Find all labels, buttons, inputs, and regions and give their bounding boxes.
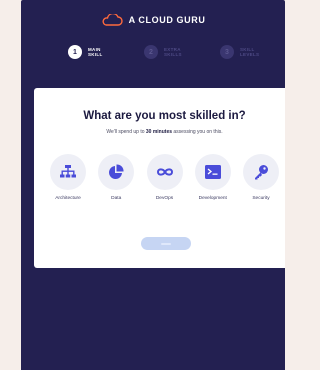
skill-option-security[interactable]: Security [242, 154, 280, 201]
step-extra-skills: 2 EXTRA SKILLS [144, 45, 220, 59]
skill-selection-card: What are you most skilled in? We'll spen… [34, 88, 285, 268]
step-label: EXTRA SKILLS [164, 46, 182, 58]
brand-name: A CLOUD GURU [128, 15, 206, 25]
card-subtitle: We'll spend up to 30 minutes assessing y… [106, 129, 223, 135]
button-placeholder [161, 242, 171, 245]
infinity-icon [146, 154, 183, 190]
skill-options: Architecture Data DevOps Development Sec… [49, 154, 280, 201]
cloud-logo-icon [102, 14, 123, 26]
card-title: What are you most skilled in? [83, 110, 246, 122]
skill-option-architecture[interactable]: Architecture [49, 154, 87, 201]
terminal-icon [194, 154, 231, 190]
next-button[interactable] [141, 237, 191, 250]
brand-header: A CLOUD GURU [21, 14, 285, 26]
step-main-skill: 1 MAIN SKILL [68, 45, 144, 59]
step-skill-levels: 3 SKILL LEVELS [220, 45, 285, 59]
skill-label: Architecture [55, 196, 81, 201]
key-icon [243, 154, 279, 190]
progress-steps: 1 MAIN SKILL 2 EXTRA SKILLS 3 SKILL LEVE… [68, 45, 285, 59]
step-number: 2 [144, 45, 158, 59]
skill-option-development[interactable]: Development [194, 154, 232, 201]
skill-label: DevOps [155, 196, 174, 201]
step-label: MAIN SKILL [88, 46, 103, 58]
hierarchy-icon [50, 154, 86, 190]
duration-highlight: 30 minutes [145, 129, 173, 135]
skill-label: Development [198, 196, 227, 201]
step-label: SKILL LEVELS [240, 46, 260, 58]
skill-option-data[interactable]: Data [97, 154, 135, 201]
app-frame: A CLOUD GURU 1 MAIN SKILL 2 EXTRA SKILLS… [21, 0, 285, 370]
step-number: 1 [68, 45, 82, 59]
pie-chart-icon [98, 154, 135, 190]
skill-option-devops[interactable]: DevOps [146, 154, 184, 201]
step-number: 3 [220, 45, 234, 59]
skill-label: Security [252, 196, 270, 201]
skill-label: Data [111, 196, 122, 201]
